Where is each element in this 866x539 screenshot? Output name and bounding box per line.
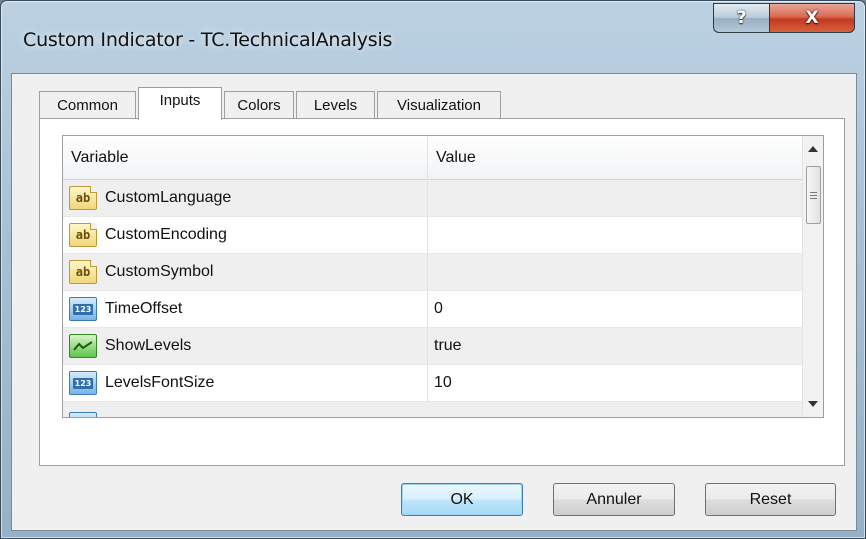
- tab-inputs[interactable]: Inputs: [138, 87, 222, 120]
- value-cell[interactable]: [428, 217, 803, 253]
- triangle-up-glyph: [808, 146, 818, 152]
- grip-icon: [810, 191, 817, 199]
- table-row[interactable]: ab CustomEncoding: [63, 217, 803, 254]
- integer-123-icon: 123: [69, 371, 97, 395]
- caption-buttons: ? X: [713, 3, 855, 33]
- tab-levels[interactable]: Levels: [296, 91, 375, 119]
- close-button[interactable]: X: [769, 3, 855, 33]
- variable-name: ShowLevels: [105, 337, 192, 354]
- triangle-down-glyph: [808, 401, 818, 407]
- variable-name: LevelsFontSize: [105, 374, 215, 391]
- vertical-scrollbar[interactable]: [802, 136, 823, 417]
- column-header-variable[interactable]: Variable: [63, 136, 428, 180]
- value-cell[interactable]: [428, 254, 803, 290]
- dialog-client-area: Common Inputs Colors Levels Visualizatio…: [11, 73, 857, 531]
- variable-cell: 123 LevelsFontSize: [63, 365, 428, 401]
- variable-name: CustomSymbol: [105, 263, 214, 280]
- column-header-value[interactable]: Value: [428, 136, 803, 180]
- cancel-button[interactable]: Annuler: [553, 483, 675, 516]
- reset-button[interactable]: Reset: [705, 483, 836, 516]
- table-row-partial[interactable]: 123: [63, 402, 803, 417]
- table-row[interactable]: ab CustomSymbol: [63, 254, 803, 291]
- scrollbar-thumb[interactable]: [806, 166, 821, 224]
- scroll-up-arrow-icon[interactable]: [803, 138, 823, 160]
- table-row[interactable]: ShowLevels true: [63, 328, 803, 365]
- window-title: Custom Indicator - TC.TechnicalAnalysis: [23, 29, 393, 51]
- value-cell[interactable]: 0: [428, 291, 803, 327]
- list-rows: ab CustomLanguage ab CustomEncoding ab C…: [63, 180, 803, 402]
- boolean-chart-icon: [69, 334, 97, 358]
- value-cell[interactable]: true: [428, 328, 803, 364]
- variable-cell: ab CustomLanguage: [63, 180, 428, 216]
- integer-123-icon: 123: [69, 297, 97, 321]
- scroll-down-arrow-icon[interactable]: [803, 393, 823, 415]
- table-row[interactable]: ab CustomLanguage: [63, 180, 803, 217]
- ok-button[interactable]: OK: [401, 483, 523, 516]
- value-cell[interactable]: [428, 180, 803, 216]
- table-row[interactable]: 123 TimeOffset 0: [63, 291, 803, 328]
- title-bar[interactable]: Custom Indicator - TC.TechnicalAnalysis …: [1, 1, 865, 73]
- list-header: Variable Value: [63, 136, 803, 180]
- dialog-window: Custom Indicator - TC.TechnicalAnalysis …: [0, 0, 866, 539]
- value-cell[interactable]: 10: [428, 365, 803, 401]
- tab-common[interactable]: Common: [39, 91, 136, 119]
- ab-string-icon: ab: [69, 186, 97, 210]
- variable-cell: ShowLevels: [63, 328, 428, 364]
- variable-name: CustomLanguage: [105, 189, 232, 206]
- tab-colors[interactable]: Colors: [224, 91, 294, 119]
- variable-name: TimeOffset: [105, 300, 183, 317]
- variable-name: CustomEncoding: [105, 226, 227, 243]
- help-icon: ?: [736, 8, 747, 28]
- integer-123-icon: 123: [69, 412, 97, 417]
- tab-visualization[interactable]: Visualization: [377, 91, 501, 119]
- inputs-tab-panel: Variable Value ab CustomLanguage ab Cust…: [39, 118, 845, 466]
- ab-string-icon: ab: [69, 260, 97, 284]
- inputs-list-view[interactable]: Variable Value ab CustomLanguage ab Cust…: [62, 135, 824, 418]
- help-button[interactable]: ?: [713, 3, 769, 33]
- table-row[interactable]: 123 LevelsFontSize 10: [63, 365, 803, 402]
- variable-cell: ab CustomEncoding: [63, 217, 428, 253]
- boolean-chart-glyph: [73, 341, 93, 351]
- ab-string-icon: ab: [69, 223, 97, 247]
- close-icon: X: [805, 8, 819, 28]
- variable-cell: 123 TimeOffset: [63, 291, 428, 327]
- variable-cell: ab CustomSymbol: [63, 254, 428, 290]
